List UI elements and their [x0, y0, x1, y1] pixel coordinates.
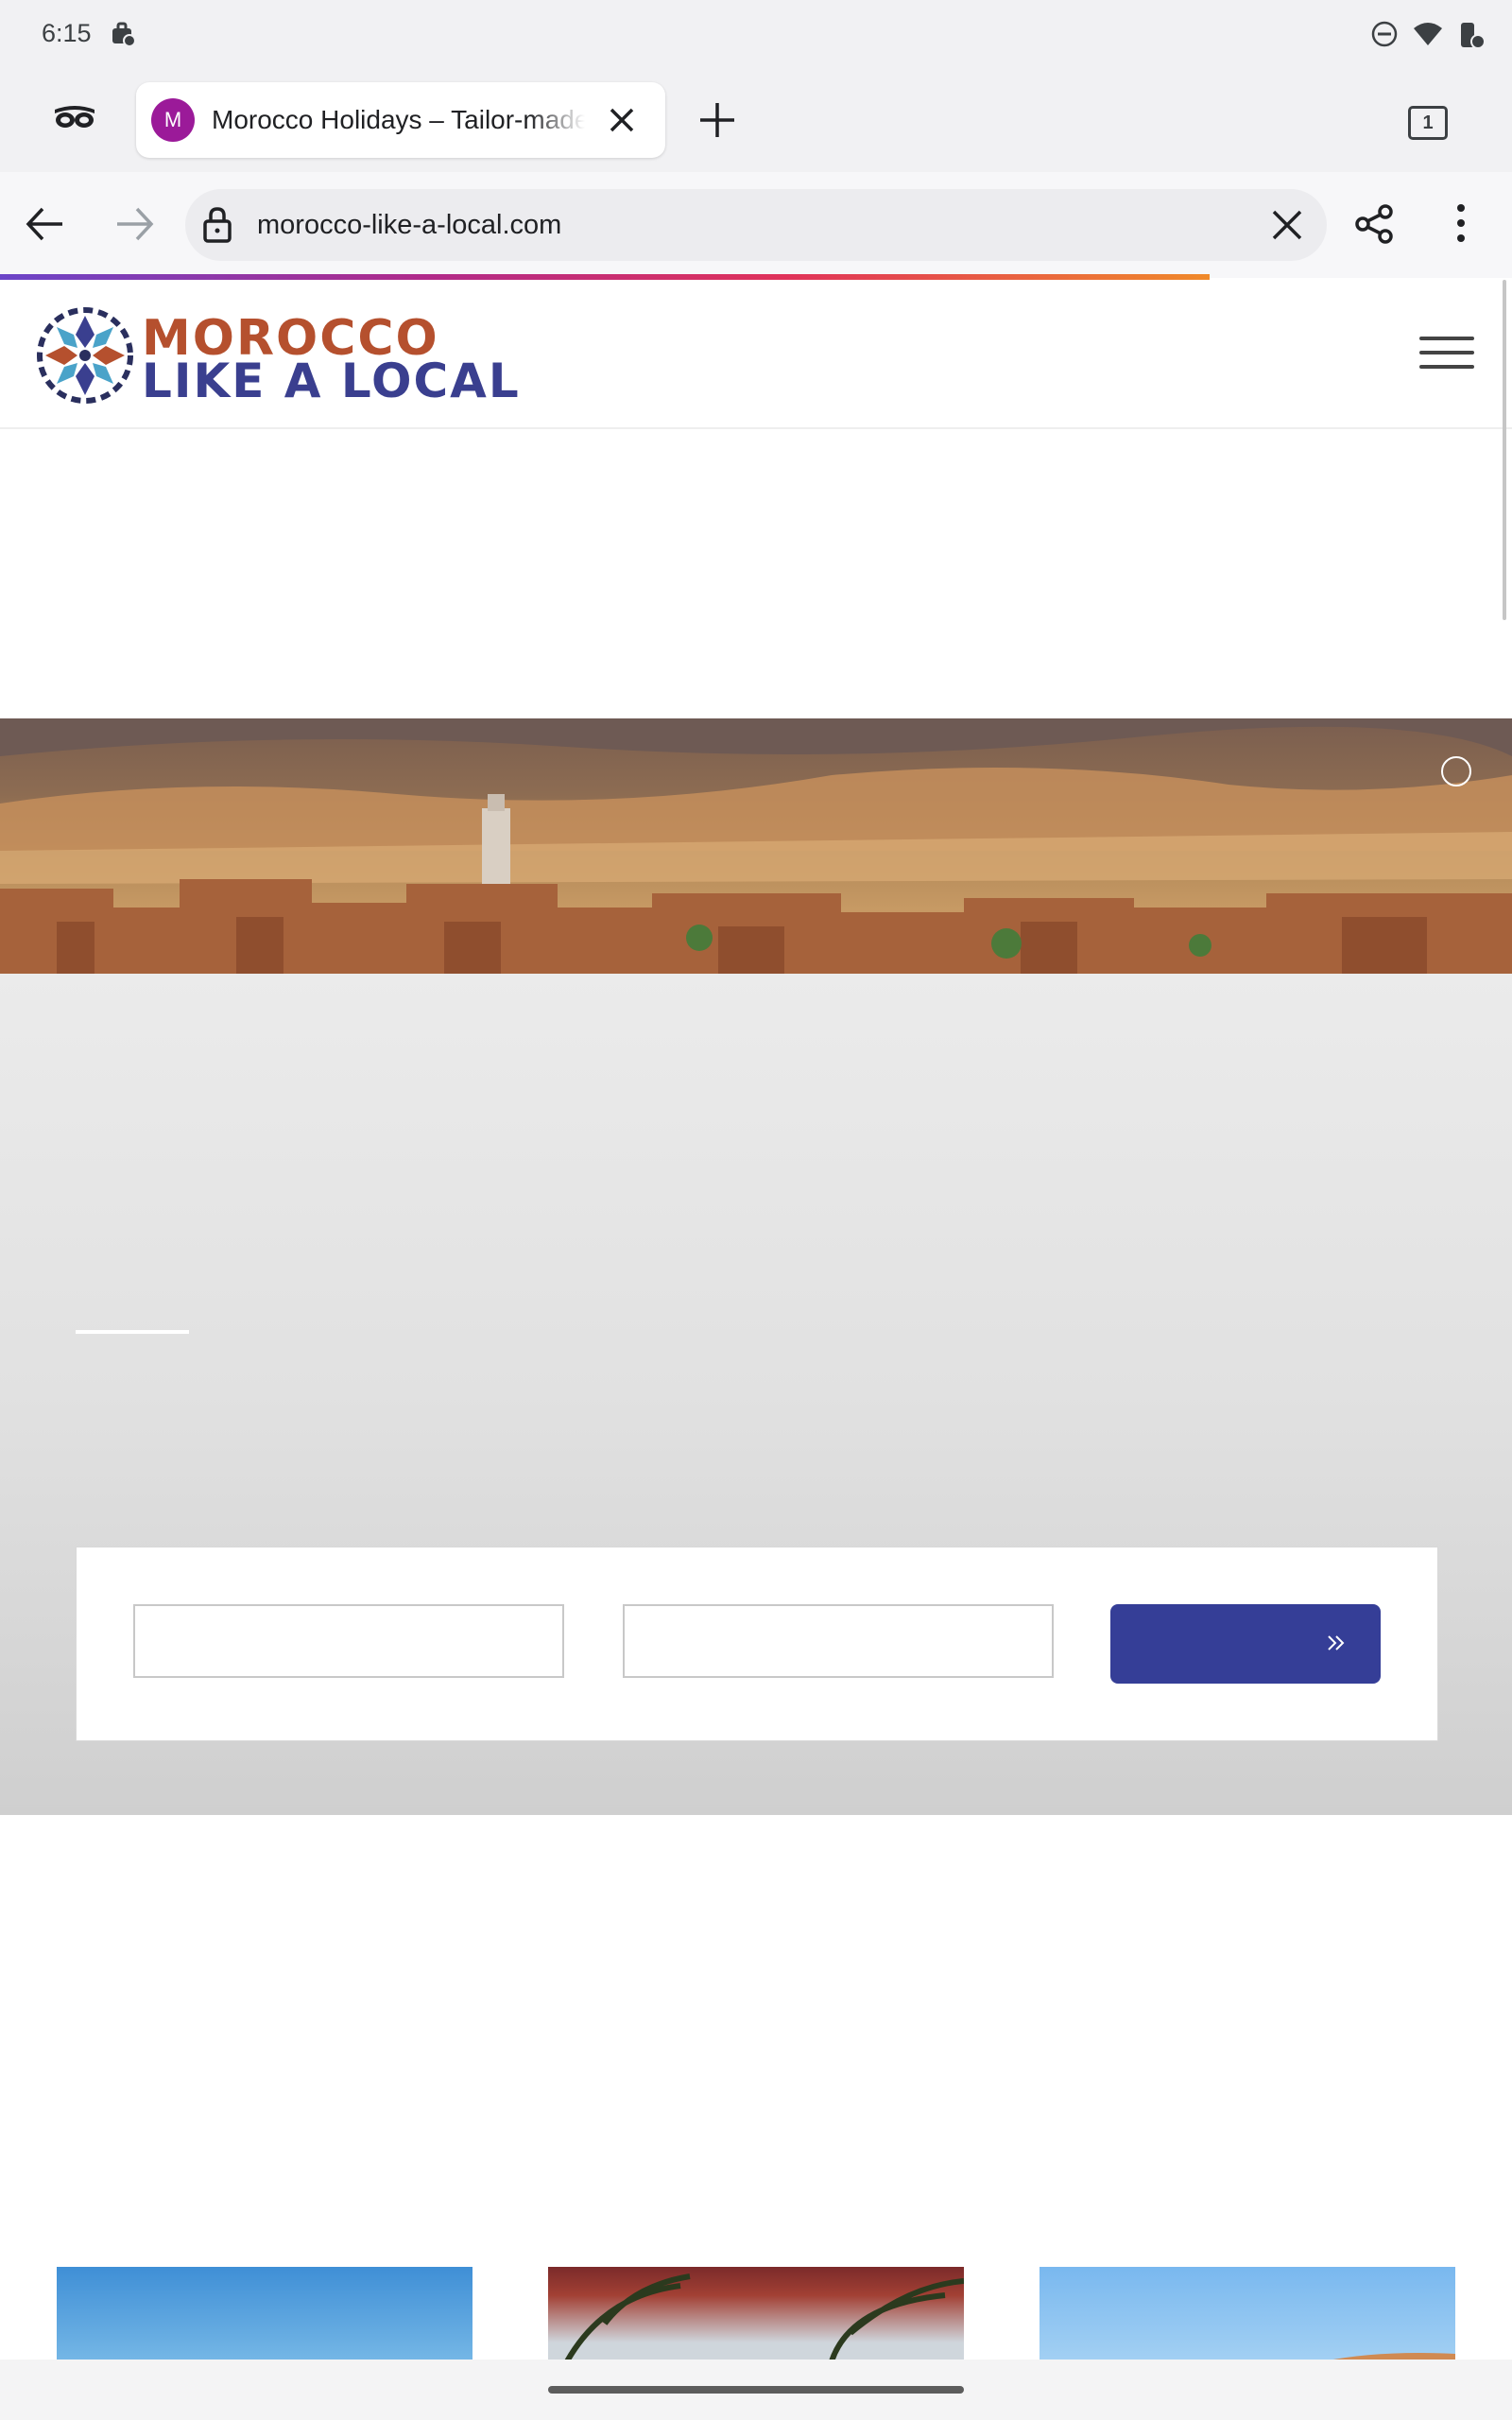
- url-text[interactable]: morocco-like-a-local.com: [257, 210, 561, 241]
- more-options-icon[interactable]: [1455, 202, 1467, 249]
- tour-card-image[interactable]: [548, 2267, 964, 2361]
- new-tab-icon[interactable]: [697, 100, 737, 145]
- tour-card-image[interactable]: [1040, 2267, 1455, 2361]
- search-field-1[interactable]: [133, 1604, 564, 1678]
- lock-icon[interactable]: [202, 206, 232, 249]
- hamburger-menu-icon[interactable]: [1419, 337, 1474, 379]
- double-chevron-right-icon: [1326, 1633, 1347, 1658]
- back-arrow-icon[interactable]: [25, 206, 64, 247]
- slider-indicator-dot[interactable]: [1441, 756, 1471, 786]
- tab-switcher-button[interactable]: 1: [1408, 106, 1448, 140]
- site-favicon: M: [151, 98, 195, 142]
- clear-url-icon[interactable]: [1270, 208, 1304, 247]
- incognito-icon[interactable]: [53, 102, 96, 135]
- tab-strip: M Morocco Holidays – Tailor-made 1: [0, 70, 1512, 172]
- forward-arrow-icon[interactable]: [115, 206, 155, 247]
- do-not-disturb-icon: [1370, 20, 1399, 53]
- search-form-card: [76, 1547, 1438, 1741]
- logo-text-line2[interactable]: LIKE A LOCAL: [142, 354, 521, 408]
- wifi-icon: [1412, 20, 1444, 53]
- logo-mosaic-icon[interactable]: [36, 306, 134, 409]
- search-field-2[interactable]: [623, 1604, 1054, 1678]
- work-battery-icon: [1457, 19, 1486, 54]
- search-submit-button[interactable]: [1110, 1604, 1381, 1684]
- page-scrollbar[interactable]: [1503, 280, 1506, 620]
- browser-toolbar: morocco-like-a-local.com: [0, 172, 1512, 278]
- tab-title: Morocco Holidays – Tailor-made: [212, 105, 585, 134]
- site-header: MOROCCO LIKE A LOCAL: [0, 280, 1512, 429]
- status-time: 6:15: [42, 19, 92, 47]
- gesture-handle[interactable]: [548, 2386, 964, 2394]
- hero-divider-line: [76, 1330, 189, 1334]
- tab-morocco-holidays[interactable]: M Morocco Holidays – Tailor-made: [136, 82, 665, 158]
- close-tab-icon[interactable]: [607, 105, 637, 140]
- status-bar: 6:15: [0, 0, 1512, 70]
- status-icons: [1370, 19, 1486, 54]
- share-icon[interactable]: [1355, 204, 1395, 249]
- tour-card-image[interactable]: [57, 2267, 472, 2361]
- work-bag-icon: [110, 21, 136, 52]
- hero-image: [0, 718, 1512, 974]
- system-navigation-bar: [0, 2360, 1512, 2420]
- address-bar[interactable]: morocco-like-a-local.com: [185, 189, 1327, 261]
